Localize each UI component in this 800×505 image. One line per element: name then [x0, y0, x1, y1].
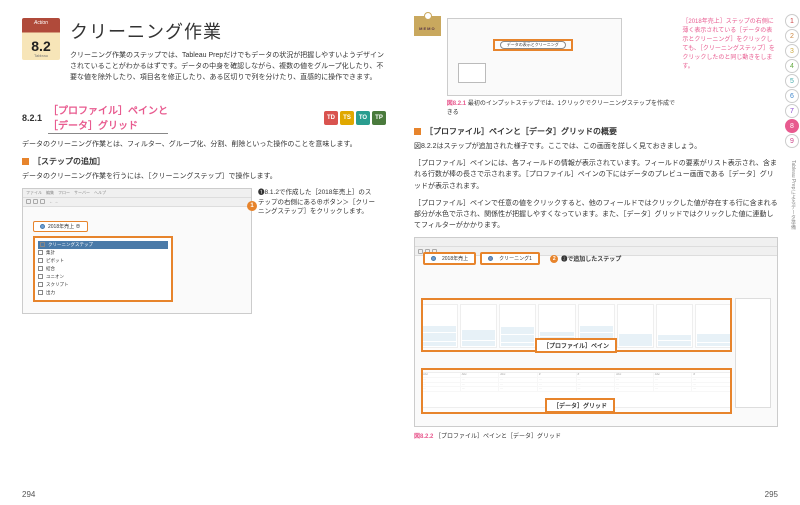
product-badges: TD TS TO TP — [324, 111, 386, 125]
memo-tag-icon: MEMO — [414, 16, 441, 36]
subsection-8-2-1: 8.2.1 ［プロファイル］ペインと ［データ］グリッド TD TS TO TP… — [22, 102, 386, 318]
menu-item-cleaning[interactable]: クリーニングステップ — [38, 241, 168, 249]
memo-highlight-box[interactable]: データの表示とクリーニング — [493, 39, 573, 51]
overview-p1: 図8.2.2はステップが追加された様子です。ここでは、この画面を詳しく見ておきま… — [414, 141, 778, 152]
thumb-6[interactable]: 6 — [785, 89, 799, 103]
page-left: Action 8.2 Tableau クリーニング作業 クリーニング作業のステッ… — [0, 0, 400, 505]
section-header: Action 8.2 Tableau クリーニング作業 クリーニング作業のステッ… — [22, 18, 386, 84]
callout-text-1: ❶8.1.2で作成した［2018年売上］のステップの右側にある⊕ボタン＞［クリー… — [258, 188, 376, 217]
memo-mini-panel — [458, 63, 486, 83]
label-profile-pane: ［プロファイル］ペイン — [535, 338, 617, 353]
section-lead: クリーニング作業のステップでは、Tableau Prepだけでもデータの状況が把… — [70, 50, 386, 84]
thumb-index: 1 2 3 4 5 6 7 8 9 — [784, 14, 800, 148]
page-right: MEMO データの表示とクリーニング 図8.2.1 最初のインプットステップでは… — [400, 0, 800, 505]
flow-pill-cleaning[interactable]: クリーニング1 — [480, 252, 540, 265]
badge-tp: TP — [372, 111, 386, 125]
subsection-title: ［プロファイル］ペインと ［データ］グリッド — [48, 102, 168, 134]
thumb-9[interactable]: 9 — [785, 134, 799, 148]
badge-ts: TS — [340, 111, 354, 125]
section-icon-top: Action — [22, 20, 60, 26]
menu-item-pivot[interactable]: ピボット — [38, 257, 168, 265]
section-icon-badge: Action 8.2 Tableau — [22, 18, 60, 60]
label-data-grid: ［データ］グリッド — [545, 398, 615, 413]
changes-panel — [735, 298, 771, 408]
figure-caption-8-2-1: 図8.2.1 最初のインプットステップでは、1クリックでクリーニングステップを作… — [447, 98, 677, 116]
step-add-text: データのクリーニング作業を行うには、［クリーニングステップ］で操作します。 — [22, 171, 386, 182]
page-number-left: 294 — [22, 490, 35, 499]
screenshot-profile-grid: 2018年売上 クリーニング1 2❷で追加したステップ ［プロファイル］ペイン … — [414, 237, 778, 427]
side-vertical-text: Tableau Prepによるデータ準備 — [790, 160, 797, 229]
square-bullet-icon — [414, 128, 421, 135]
section-icon-number: 8.2 — [22, 38, 60, 54]
subsection-number: 8.2.1 — [22, 113, 42, 123]
figure-caption-8-2-2: 図8.2.2 ［プロファイル］ペインと［データ］グリッド — [414, 431, 778, 440]
callout-number-1: 1 — [247, 201, 257, 211]
subsection-text: データのクリーニング作業とは、フィルター、グループ化、分割、削除といった操作のこ… — [22, 139, 386, 150]
heading-step-add: ［ステップの追加］ — [22, 156, 386, 167]
badge-to: TO — [356, 111, 370, 125]
thumb-5[interactable]: 5 — [785, 74, 799, 88]
section-title: クリーニング作業 — [70, 18, 386, 44]
square-bullet-icon — [22, 158, 29, 165]
flow-pill-source[interactable]: 2018年売上 — [423, 252, 476, 265]
thumb-3[interactable]: 3 — [785, 44, 799, 58]
screenshot-flow-menu: ファイル編集フローサーバーヘルプ ← → 2018年売上 ⊕ クリーニングステッ… — [22, 188, 252, 314]
menu-item-output[interactable]: 出力 — [38, 289, 168, 297]
memo-block: MEMO データの表示とクリーニング 図8.2.1 最初のインプットステップでは… — [414, 18, 778, 116]
overview-p3: ［プロファイル］ペインで任意の値をクリックすると、他のフィールドではクリックした… — [414, 198, 778, 232]
menu-item-script[interactable]: スクリプト — [38, 281, 168, 289]
section-icon-bot: Tableau — [22, 53, 60, 58]
menu-item-join[interactable]: 結合 — [38, 265, 168, 273]
badge-td: TD — [324, 111, 338, 125]
screenshot-memo: データの表示とクリーニング — [447, 18, 622, 96]
added-step-label: 2❷で追加したステップ — [544, 252, 621, 265]
thumb-2[interactable]: 2 — [785, 29, 799, 43]
page-number-right: 295 — [765, 490, 778, 499]
menu-item-union[interactable]: ユニオン — [38, 273, 168, 281]
thumb-8-active[interactable]: 8 — [785, 119, 799, 133]
flow-context-menu: クリーニングステップ 集計 ピボット 結合 ユニオン スクリプト 出力 — [33, 236, 173, 302]
thumb-1[interactable]: 1 — [785, 14, 799, 28]
memo-side-text: ［2018年売上］ステップの右側に薄く表示されている［データの表示とクリーニング… — [682, 18, 778, 72]
overview-p2: ［プロファイル］ペインには、各フィールドの情報が表示されています。フィールドの要… — [414, 158, 778, 192]
menu-item-aggregate[interactable]: 集計 — [38, 249, 168, 257]
thumb-4[interactable]: 4 — [785, 59, 799, 73]
flow-step-pill[interactable]: 2018年売上 ⊕ — [33, 221, 88, 232]
thumb-7[interactable]: 7 — [785, 104, 799, 118]
heading-overview: ［プロファイル］ペインと［データ］グリッドの概要 — [414, 126, 778, 137]
